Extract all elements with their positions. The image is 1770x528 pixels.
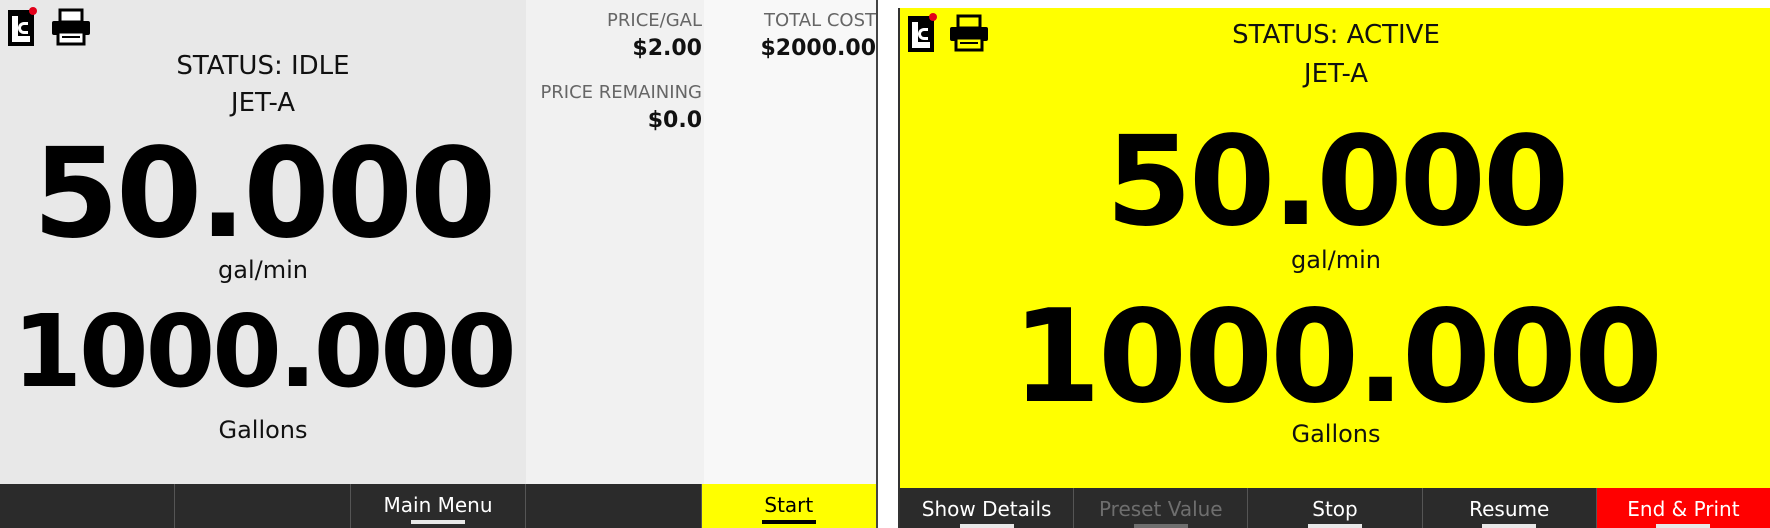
printer-icon[interactable] [50, 8, 92, 46]
bottom-button-bar: Show Details Preset Value Stop Resume En… [900, 488, 1770, 528]
price-per-gal-value: $2.00 [632, 36, 702, 61]
flow-rate-unit: gal/min [1291, 246, 1381, 274]
active-screen: STATUS: ACTIVE JET-A 50.000 gal/min 1000… [898, 8, 1770, 528]
flow-rate-value: 50.000 [32, 122, 497, 266]
start-button[interactable]: Start [701, 484, 876, 528]
resume-button[interactable]: Resume [1423, 488, 1597, 528]
volume-unit: Gallons [1291, 420, 1381, 448]
info-panel-price [526, 0, 704, 484]
flow-rate-unit: gal/min [218, 256, 308, 284]
total-cost-value: $2000.00 [760, 36, 876, 61]
status-text: STATUS: ACTIVE [1232, 20, 1440, 50]
fuel-type: JET-A [1303, 59, 1369, 89]
end-print-button[interactable]: End & Print [1596, 488, 1770, 528]
price-per-gal-label: PRICE/GAL [607, 10, 702, 31]
bottom-button-bar: Main Menu Start [0, 484, 876, 528]
price-remaining-value: $0.0 [647, 108, 702, 133]
preset-value-button[interactable]: Preset Value [1074, 488, 1249, 528]
blank-button-2[interactable] [175, 484, 351, 528]
flow-rate-value: 50.000 [1105, 110, 1570, 254]
total-cost-label: TOTAL COST [764, 10, 876, 31]
stop-button[interactable]: Stop [1248, 488, 1423, 528]
fuel-type: JET-A [230, 88, 296, 118]
status-text: STATUS: IDLE [176, 51, 350, 81]
blank-button-4[interactable] [526, 484, 702, 528]
logo-icon [8, 7, 37, 46]
volume-value: 1000.000 [12, 293, 516, 410]
idle-screen: STATUS: IDLE JET-A 50.000 gal/min 1000.0… [0, 0, 878, 528]
show-details-button[interactable]: Show Details [900, 488, 1075, 528]
blank-button-1[interactable] [0, 484, 176, 528]
info-panel-total [704, 0, 876, 484]
volume-unit: Gallons [218, 416, 308, 444]
volume-value: 1000.000 [1011, 283, 1663, 432]
price-remaining-label: PRICE REMAINING [540, 82, 702, 103]
main-menu-button[interactable]: Main Menu [351, 484, 527, 528]
